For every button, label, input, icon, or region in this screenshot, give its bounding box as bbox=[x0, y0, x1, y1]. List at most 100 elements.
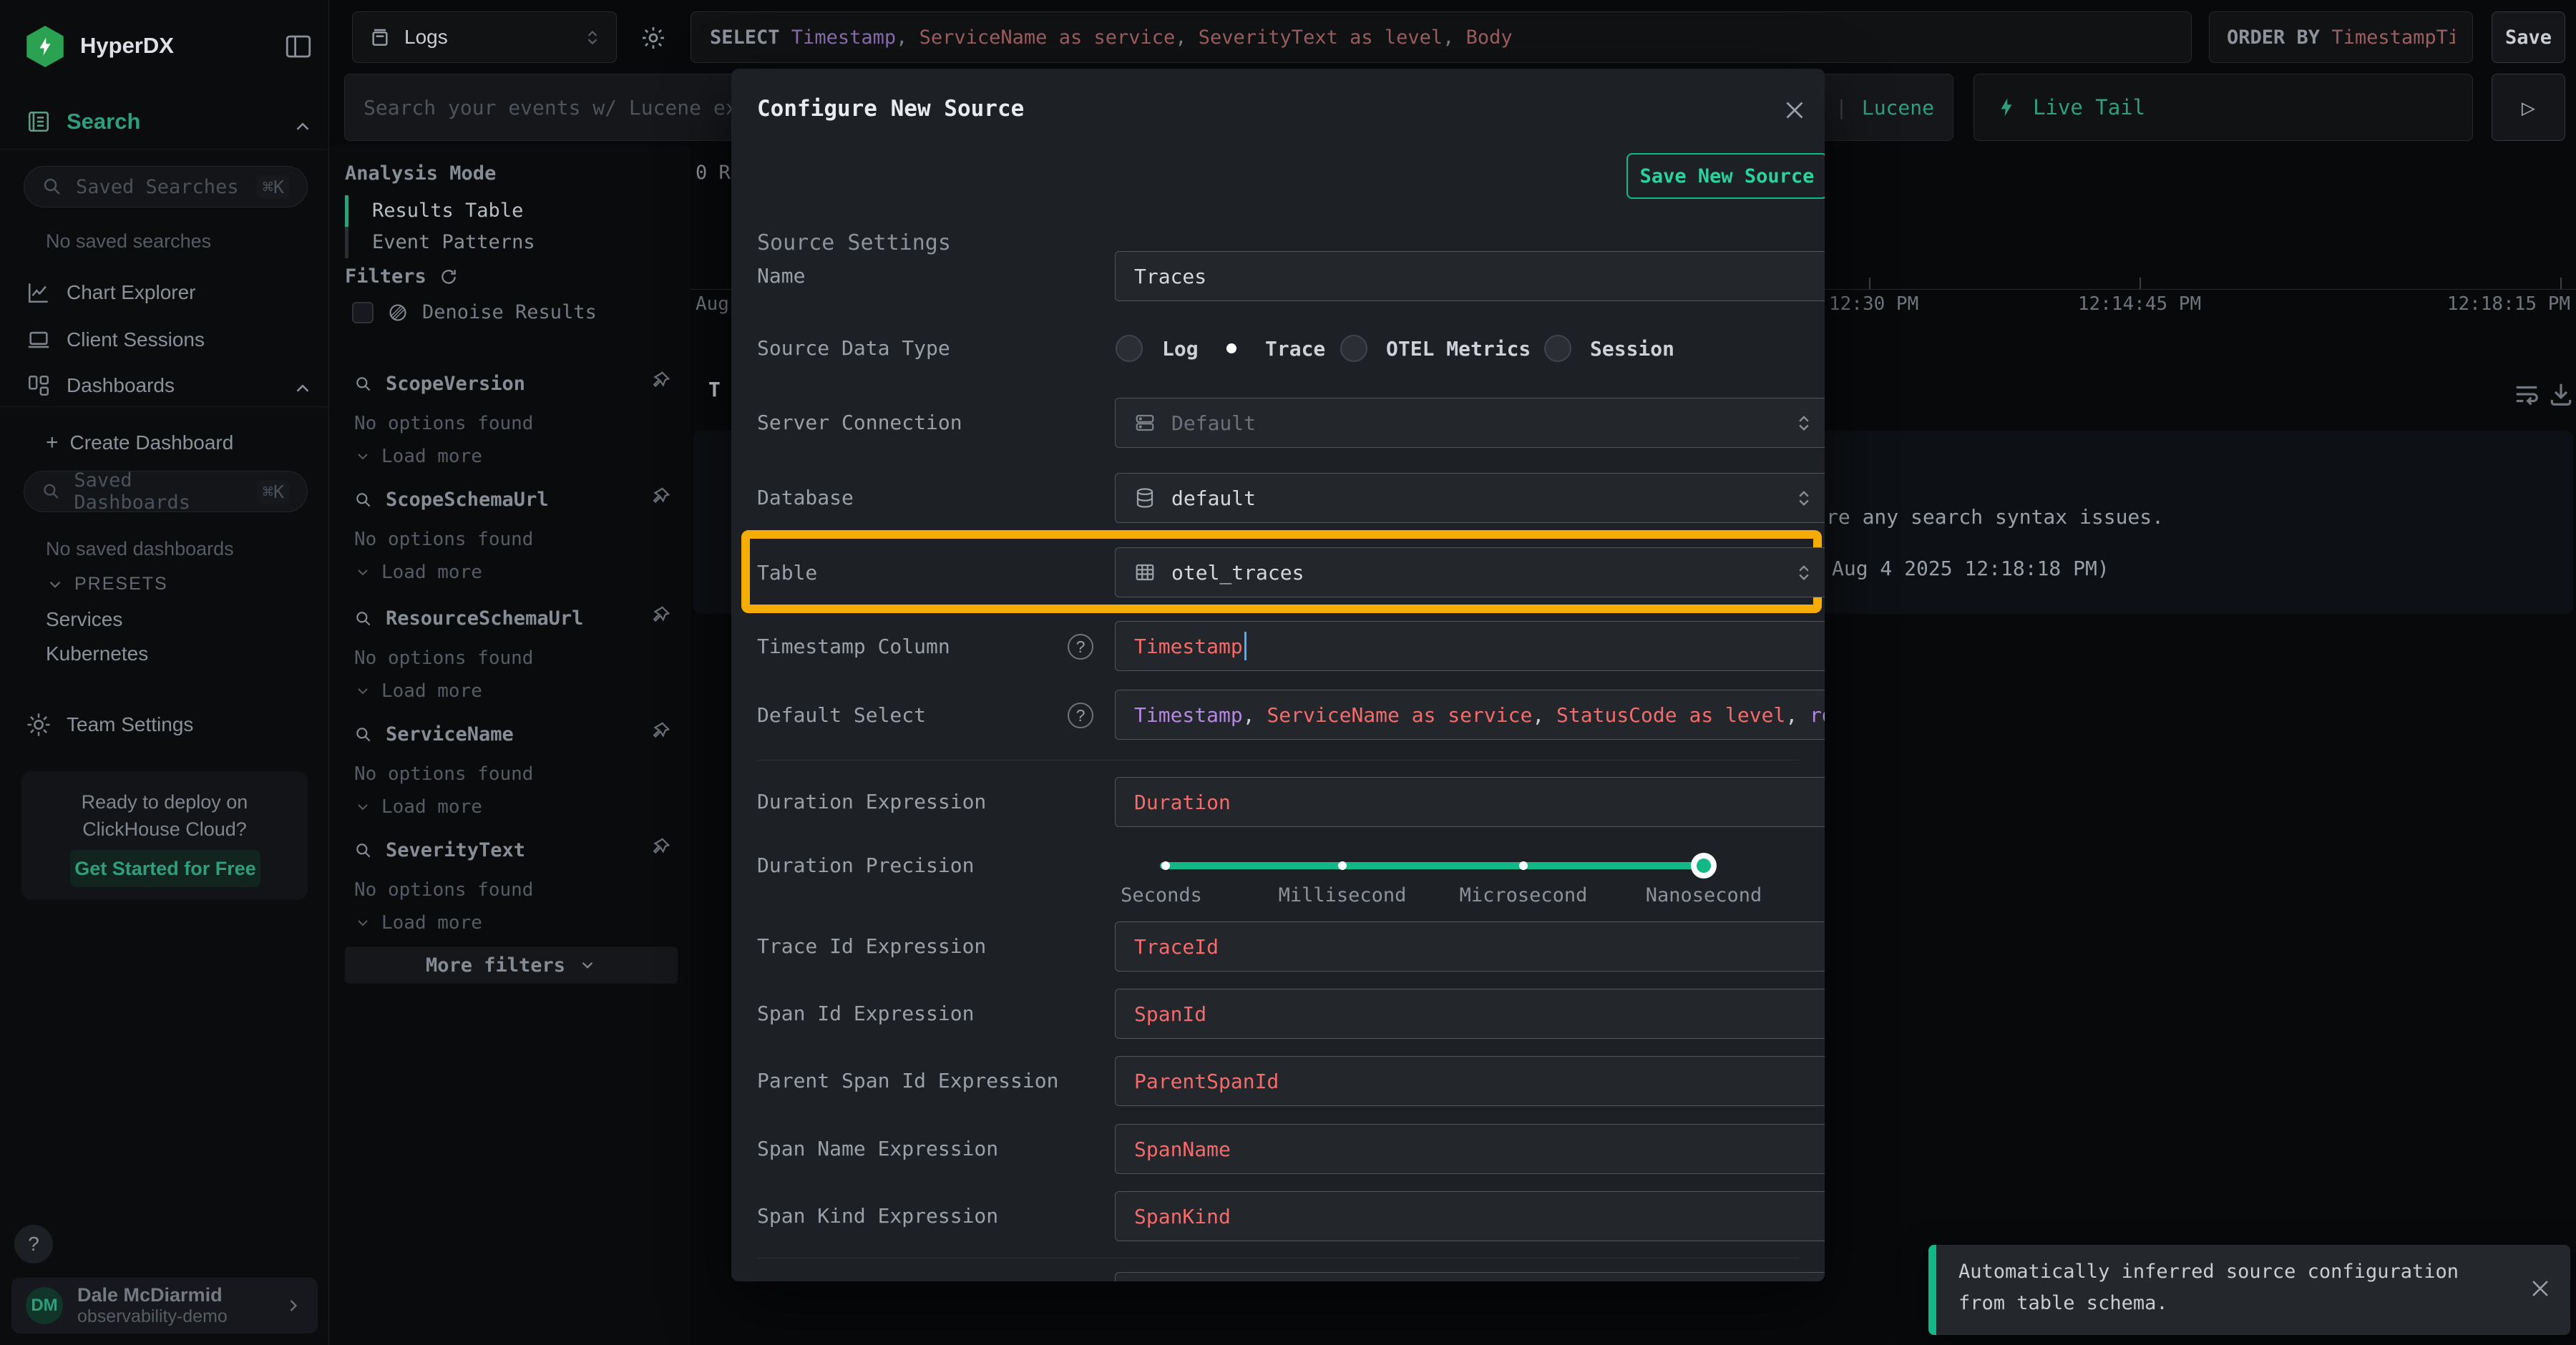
get-started-button[interactable]: Get Started for Free bbox=[70, 850, 260, 887]
saved-dashboards-input[interactable]: Saved Dashboards ⌘K bbox=[24, 471, 308, 512]
search-icon bbox=[42, 481, 61, 502]
radio-session-label[interactable]: Session bbox=[1590, 337, 1674, 361]
load-more-button[interactable]: Load more bbox=[354, 796, 482, 818]
load-more-button[interactable]: Load more bbox=[354, 562, 482, 583]
filter-group-name[interactable]: ServiceName bbox=[386, 723, 514, 745]
span-name-input[interactable]: SpanName bbox=[1115, 1124, 1825, 1174]
source-settings-gear-icon[interactable] bbox=[640, 24, 667, 52]
precision-option[interactable]: Nanosecond bbox=[1646, 884, 1762, 906]
denoise-label[interactable]: Denoise Results bbox=[422, 301, 597, 323]
active-tab-indicator bbox=[345, 195, 348, 227]
axis-label: 12:14:45 PM bbox=[2078, 293, 2201, 315]
hyperdx-app: HyperDX Search Saved Searches ⌘K No save… bbox=[0, 0, 2576, 1345]
sidebar-item-chart-explorer[interactable]: Chart Explorer bbox=[26, 280, 196, 305]
dashboards-collapse-chevron-icon[interactable] bbox=[292, 378, 313, 399]
sidebar-item-client-sessions[interactable]: Client Sessions bbox=[26, 328, 205, 352]
run-query-button[interactable]: ▷ bbox=[2492, 74, 2565, 141]
load-more-button[interactable]: Load more bbox=[354, 912, 482, 934]
load-more-button[interactable]: Load more bbox=[354, 680, 482, 702]
precision-option[interactable]: Microsecond bbox=[1460, 884, 1588, 906]
timestamp-column-input[interactable]: Timestamp bbox=[1115, 621, 1825, 671]
chart-icon bbox=[26, 280, 51, 305]
denoise-checkbox[interactable] bbox=[352, 302, 374, 323]
order-by-input[interactable]: ORDER BY TimestampTime DESC bbox=[2209, 11, 2473, 63]
create-dashboard-button[interactable]: + Create Dashboard bbox=[46, 431, 233, 455]
configure-source-modal: Configure New Source Source Settings Sav… bbox=[731, 69, 1825, 1281]
saved-searches-input[interactable]: Saved Searches ⌘K bbox=[24, 166, 308, 207]
name-input[interactable]: Traces bbox=[1115, 251, 1825, 301]
pin-icon[interactable] bbox=[650, 836, 671, 858]
lucene-toggle[interactable]: Lucene bbox=[1862, 96, 1934, 119]
span-kind-input[interactable]: SpanKind bbox=[1115, 1191, 1825, 1241]
precision-option[interactable]: Millisecond bbox=[1279, 884, 1407, 906]
radio-otel-metrics-label[interactable]: OTEL Metrics bbox=[1386, 337, 1531, 361]
span-id-input[interactable]: SpanId bbox=[1115, 989, 1825, 1039]
sidebar-item-label: Search bbox=[67, 109, 140, 134]
sidebar-item-services[interactable]: Services bbox=[46, 608, 122, 631]
filter-group-name[interactable]: SeverityText bbox=[386, 839, 525, 861]
duration-expression-input[interactable]: Duration bbox=[1115, 777, 1825, 827]
help-circle-icon[interactable]: ? bbox=[1068, 703, 1093, 728]
divider bbox=[0, 406, 329, 407]
parent-span-id-input[interactable]: ParentSpanId bbox=[1115, 1056, 1825, 1106]
slider-thumb[interactable] bbox=[1691, 853, 1717, 879]
pin-icon[interactable] bbox=[650, 486, 671, 507]
search-collapse-chevron-icon[interactable] bbox=[292, 116, 313, 137]
precision-option[interactable]: Seconds bbox=[1121, 884, 1202, 906]
slider-stop[interactable] bbox=[1161, 861, 1170, 870]
precision-slider-track[interactable] bbox=[1160, 862, 1711, 869]
sidebar-item-kubernetes[interactable]: Kubernetes bbox=[46, 642, 148, 665]
select-query-input[interactable]: SELECT Timestamp, ServiceName as service… bbox=[691, 11, 2192, 63]
slider-stop[interactable] bbox=[1338, 861, 1347, 870]
tab-results-table[interactable]: Results Table bbox=[372, 200, 523, 222]
load-more-button[interactable]: Load more bbox=[354, 446, 482, 467]
tab-event-patterns[interactable]: Event Patterns bbox=[372, 231, 535, 253]
sidebar-item-dashboards[interactable]: Dashboards bbox=[26, 373, 175, 398]
close-icon[interactable] bbox=[2528, 1276, 2552, 1301]
presets-toggle[interactable]: PRESETS bbox=[46, 574, 168, 595]
source-select-value: Logs bbox=[404, 26, 448, 49]
help-button[interactable]: ? bbox=[14, 1225, 53, 1263]
clipped-bottom-input[interactable] bbox=[1115, 1272, 1825, 1281]
save-new-source-button[interactable]: Save New Source bbox=[1626, 153, 1825, 199]
close-icon[interactable] bbox=[1782, 97, 1807, 123]
toast-text-line1: Automatically inferred source configurat… bbox=[1958, 1261, 2459, 1283]
pin-icon[interactable] bbox=[650, 605, 671, 626]
order-by-keyword: ORDER BY bbox=[2227, 26, 2331, 49]
radio-session[interactable] bbox=[1544, 335, 1571, 362]
select-carets-icon bbox=[583, 28, 602, 47]
user-menu[interactable]: DM Dale McDiarmid observability-demo bbox=[11, 1278, 318, 1334]
sidebar-item-label: Dashboards bbox=[67, 374, 175, 397]
filter-empty: No options found bbox=[354, 763, 533, 785]
wrap-lines-icon[interactable] bbox=[2513, 381, 2540, 408]
more-filters-button[interactable]: More filters bbox=[345, 947, 678, 984]
filter-group-name[interactable]: ScopeSchemaUrl bbox=[386, 489, 549, 511]
filter-group-name[interactable]: ScopeVersion bbox=[386, 373, 525, 395]
radio-log[interactable] bbox=[1116, 335, 1143, 362]
source-select[interactable]: Logs bbox=[352, 11, 617, 63]
live-tail-button[interactable]: Live Tail bbox=[1974, 74, 2473, 141]
sidebar-item-team-settings[interactable]: Team Settings bbox=[26, 713, 193, 737]
trace-id-input[interactable]: TraceId bbox=[1115, 921, 1825, 972]
default-select-input[interactable]: Timestamp, ServiceName as service, Statu… bbox=[1115, 690, 1825, 740]
help-circle-icon[interactable]: ? bbox=[1068, 634, 1093, 660]
pin-icon[interactable] bbox=[650, 720, 671, 742]
database-select[interactable]: default bbox=[1115, 473, 1825, 523]
collapse-sidebar-icon[interactable] bbox=[283, 31, 313, 62]
search-icon bbox=[354, 725, 373, 744]
radio-otel-metrics[interactable] bbox=[1340, 335, 1367, 362]
slider-stop[interactable] bbox=[1519, 861, 1528, 870]
save-search-button[interactable]: Save bbox=[2492, 11, 2565, 63]
filter-group-name[interactable]: ResourceSchemaUrl bbox=[386, 607, 583, 630]
lightning-icon bbox=[1996, 97, 2017, 118]
avatar: DM bbox=[26, 1287, 63, 1324]
refresh-icon[interactable] bbox=[439, 268, 458, 286]
axis-tick bbox=[1869, 278, 1870, 289]
radio-log-label[interactable]: Log bbox=[1162, 337, 1199, 361]
table-select[interactable]: otel_traces bbox=[1115, 547, 1825, 597]
sidebar-item-search[interactable]: Search bbox=[26, 109, 140, 134]
pin-icon[interactable] bbox=[650, 370, 671, 391]
radio-trace-label[interactable]: Trace bbox=[1265, 337, 1325, 361]
download-icon[interactable] bbox=[2547, 381, 2575, 408]
server-connection-select[interactable]: Default bbox=[1115, 398, 1825, 448]
